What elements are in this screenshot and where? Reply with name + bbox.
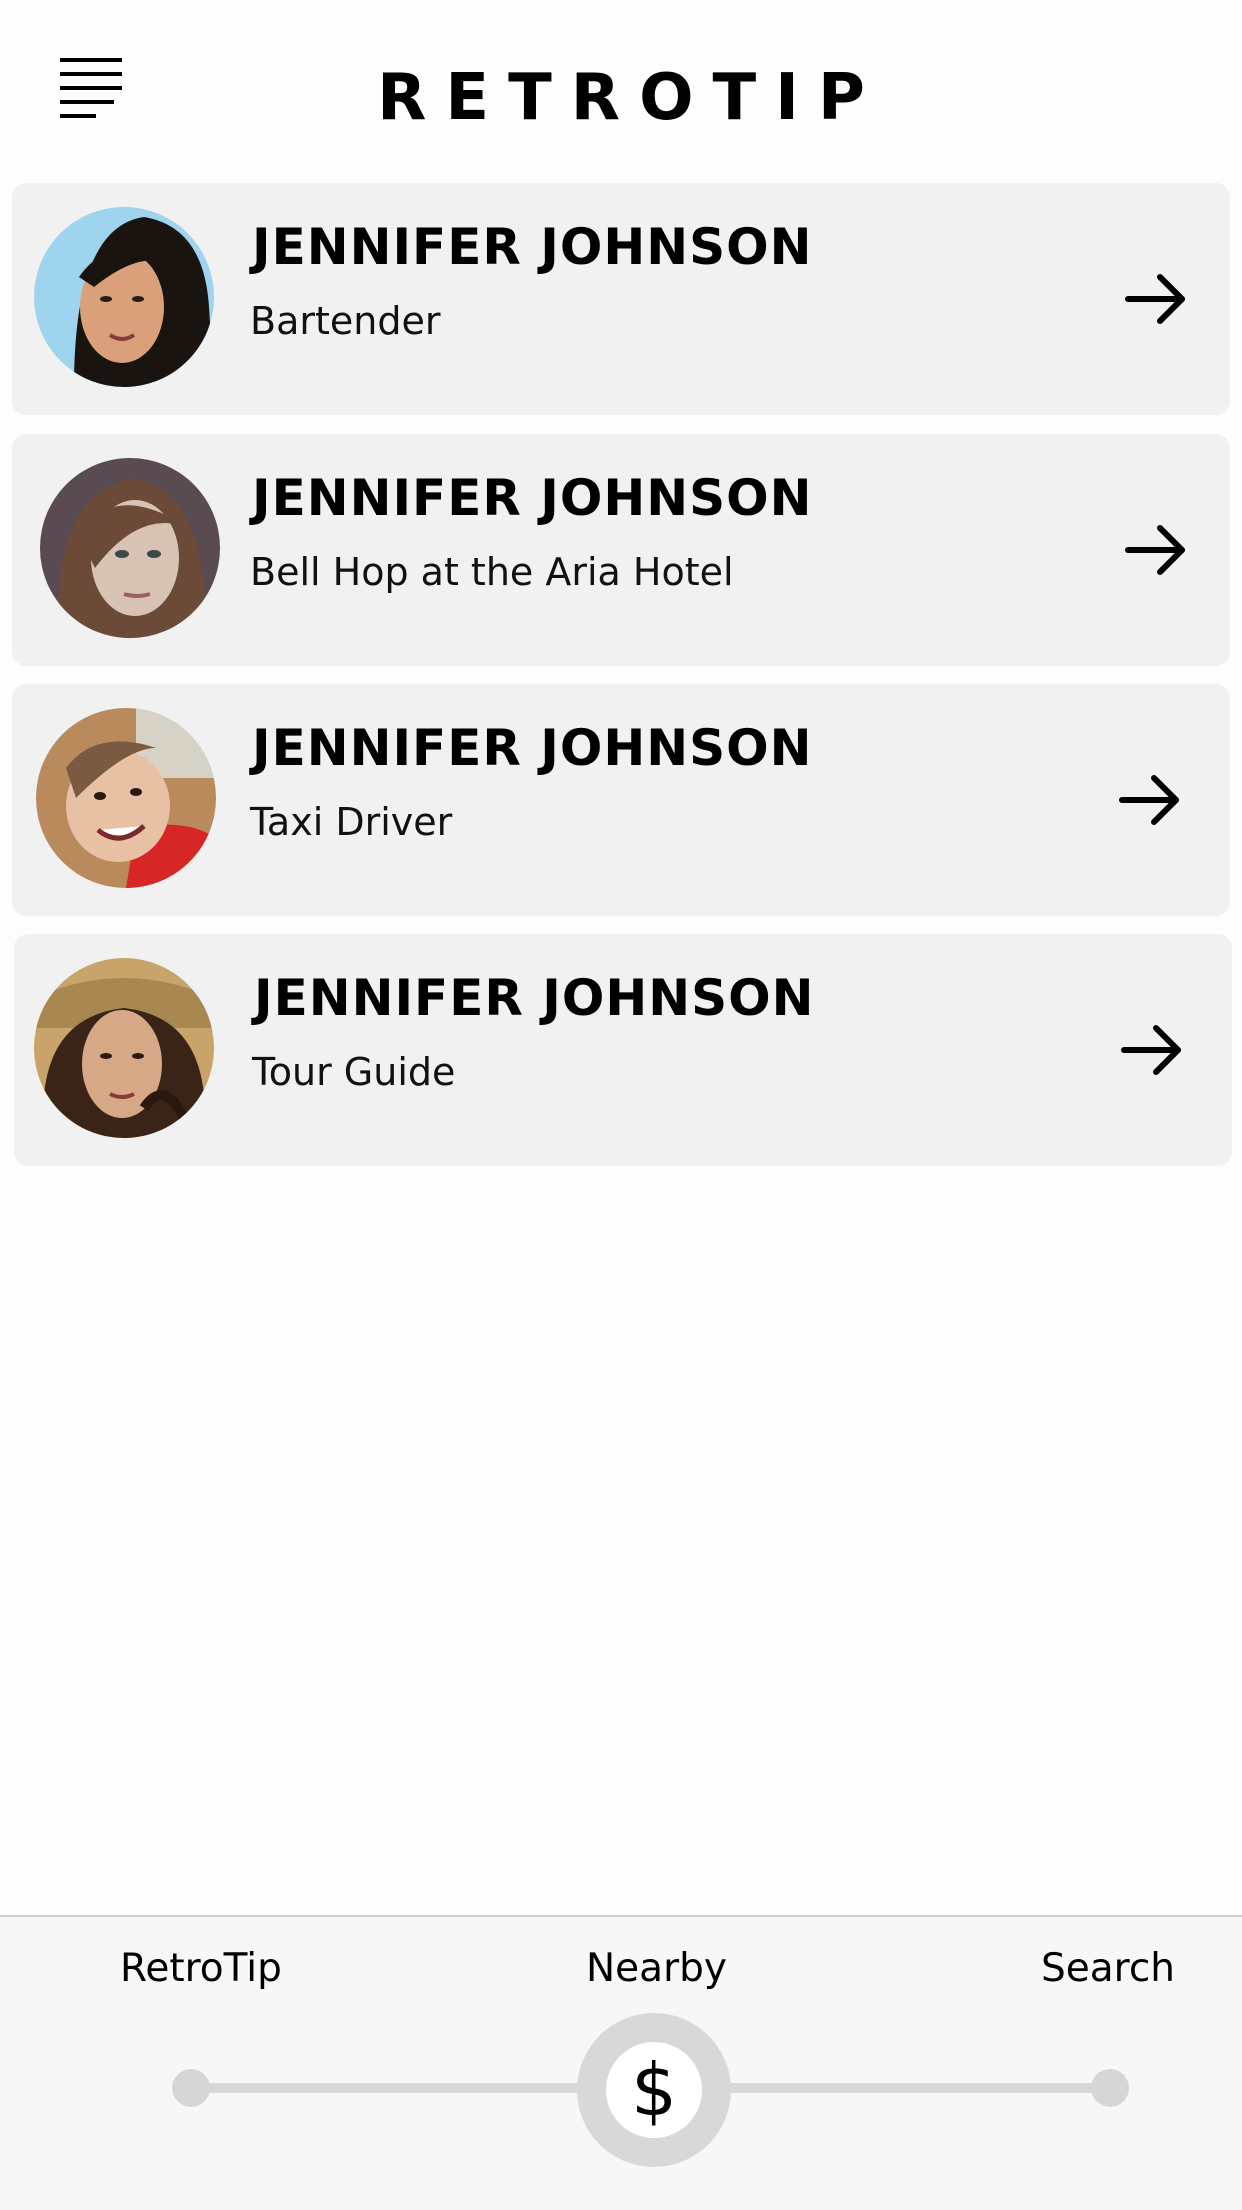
- list-item[interactable]: JENNIFER JOHNSON Tour Guide: [14, 934, 1232, 1166]
- person-name: JENNIFER JOHNSON: [252, 719, 813, 777]
- avatar: [34, 958, 214, 1138]
- app-title: RETROTIP: [377, 61, 884, 135]
- list-item[interactable]: JENNIFER JOHNSON Taxi Driver: [12, 684, 1230, 916]
- person-name: JENNIFER JOHNSON: [252, 469, 813, 527]
- list-item[interactable]: JENNIFER JOHNSON Bartender: [12, 183, 1230, 415]
- avatar: [36, 708, 216, 888]
- app-header: RETROTIP: [0, 0, 1242, 182]
- arrow-right-icon[interactable]: [1118, 768, 1182, 832]
- person-role: Bartender: [250, 299, 441, 343]
- avatar: [40, 458, 220, 638]
- arrow-right-icon[interactable]: [1120, 1018, 1184, 1082]
- list-item[interactable]: JENNIFER JOHNSON Bell Hop at the Aria Ho…: [12, 434, 1230, 666]
- nav-nearby[interactable]: Nearby: [586, 1944, 727, 1994]
- person-role: Tour Guide: [252, 1050, 456, 1094]
- slider-stop-search[interactable]: [1091, 2069, 1129, 2107]
- person-name: JENNIFER JOHNSON: [254, 969, 815, 1027]
- arrow-right-icon[interactable]: [1124, 518, 1188, 582]
- slider-stop-retrotip[interactable]: [172, 2069, 210, 2107]
- arrow-right-icon[interactable]: [1124, 267, 1188, 331]
- person-role: Taxi Driver: [250, 800, 453, 844]
- avatar: [34, 207, 214, 387]
- dollar-icon: $: [606, 2042, 702, 2138]
- nav-retrotip[interactable]: RetroTip: [120, 1944, 282, 1994]
- person-role: Bell Hop at the Aria Hotel: [250, 550, 734, 594]
- person-name: JENNIFER JOHNSON: [252, 218, 813, 276]
- nav-search[interactable]: Search: [1041, 1944, 1175, 1994]
- slider-thumb[interactable]: $: [577, 2013, 731, 2167]
